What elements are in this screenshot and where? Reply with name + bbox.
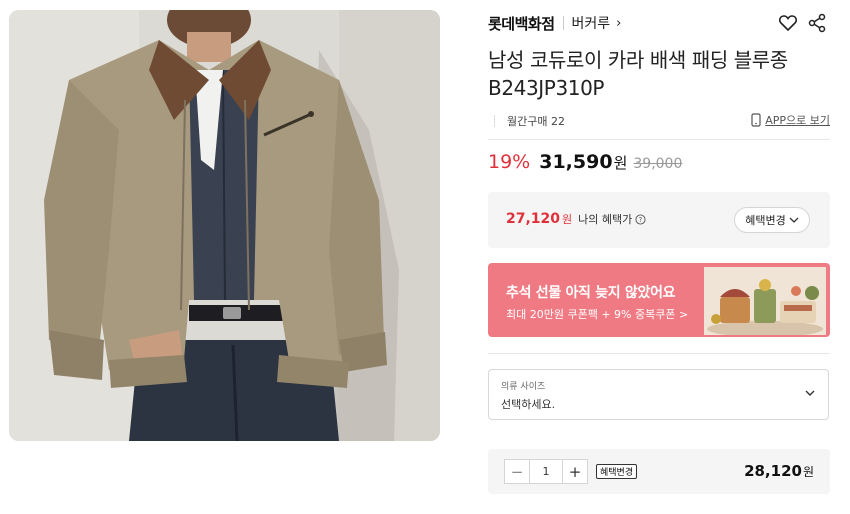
quantity-value[interactable]: 1 bbox=[529, 460, 563, 483]
heart-icon[interactable] bbox=[778, 13, 798, 33]
currency-unit: 원 bbox=[613, 154, 628, 172]
size-select-label: 의류 사이즈 bbox=[501, 382, 546, 392]
chevron-down-icon bbox=[789, 217, 799, 223]
app-view-label: APP으로 보기 bbox=[765, 114, 830, 127]
seller-row: 롯데백화점 버커루 › bbox=[488, 13, 830, 33]
size-select[interactable]: 의류 사이즈 선택하세요. bbox=[488, 369, 829, 420]
discount-percent: 19% bbox=[488, 151, 531, 173]
divider bbox=[494, 115, 495, 127]
chevron-down-icon bbox=[805, 390, 815, 396]
divider bbox=[562, 16, 564, 30]
sale-price: 31,590 bbox=[539, 151, 613, 173]
gift-set-image bbox=[704, 267, 826, 335]
app-view-link[interactable]: APP으로 보기 bbox=[751, 112, 830, 128]
total-price-value: 28,120 bbox=[744, 462, 802, 480]
product-image[interactable] bbox=[9, 10, 440, 441]
monthly-purchase-row: 월간구매 22 APP으로 보기 bbox=[488, 112, 830, 130]
svg-text:?: ? bbox=[639, 216, 643, 224]
change-benefit-button[interactable]: 혜택변경 bbox=[734, 207, 810, 233]
promo-title: 추석 선물 아직 늦지 않았어요 bbox=[506, 285, 676, 301]
increase-quantity-button[interactable]: + bbox=[563, 460, 587, 483]
original-price: 39,000 bbox=[633, 156, 683, 172]
total-price: 28,120 원 bbox=[744, 462, 814, 480]
divider bbox=[488, 139, 830, 140]
info-icon[interactable]: ? bbox=[635, 213, 646, 225]
chevron-right-icon: › bbox=[616, 15, 622, 31]
promo-subtitle: 최대 20만원 쿠폰팩 + 9% 중복쿠폰 > bbox=[506, 308, 689, 321]
decrease-quantity-button[interactable]: − bbox=[505, 460, 529, 483]
brand-name: 버커루 bbox=[571, 16, 611, 32]
order-summary: − 1 + 혜택변경 28,120 원 bbox=[488, 449, 830, 494]
divider bbox=[488, 353, 830, 354]
monthly-purchase-count: 월간구매 22 bbox=[507, 115, 565, 128]
price-row: 19% 31,590 원 39,000 bbox=[488, 151, 682, 179]
order-benefit-change-button[interactable]: 혜택변경 bbox=[596, 464, 638, 479]
promo-banner[interactable]: 추석 선물 아직 늦지 않았어요 최대 20만원 쿠폰팩 + 9% 중복쿠폰 > bbox=[488, 263, 830, 337]
phone-icon bbox=[751, 113, 761, 127]
currency-unit: 원 bbox=[802, 465, 814, 479]
brand-link[interactable]: 버커루 › bbox=[572, 13, 622, 33]
currency-unit: 원 bbox=[562, 213, 573, 226]
size-select-value: 선택하세요. bbox=[501, 398, 556, 411]
change-benefit-label: 혜택변경 bbox=[745, 214, 786, 227]
my-benefit-price: 27,120 원 나의 혜택가 ? bbox=[506, 211, 646, 227]
share-icon[interactable] bbox=[808, 13, 826, 33]
quantity-stepper: − 1 + bbox=[504, 459, 588, 484]
benefit-label: 나의 혜택가 bbox=[578, 213, 633, 226]
benefit-price-box: 27,120 원 나의 혜택가 ? 혜택변경 bbox=[488, 192, 830, 248]
product-title: 남성 코듀로이 카라 배색 패딩 블루종 B243JP310P bbox=[488, 48, 788, 100]
store-name[interactable]: 롯데백화점 bbox=[488, 13, 555, 34]
benefit-price: 27,120 bbox=[506, 211, 561, 227]
